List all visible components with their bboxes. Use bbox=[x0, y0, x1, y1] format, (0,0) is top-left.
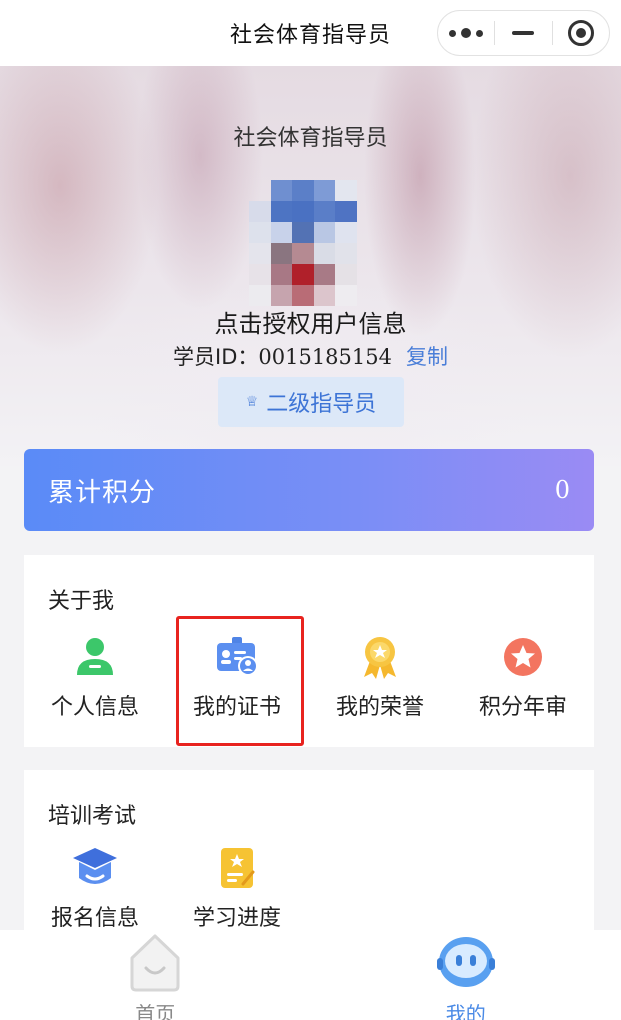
bottom-tab-bar: 首页 我的 bbox=[0, 930, 621, 1020]
home-icon bbox=[124, 932, 186, 996]
personal-info-item[interactable]: 个人信息 bbox=[25, 635, 165, 721]
section-title: 关于我 bbox=[48, 589, 115, 614]
person-icon bbox=[73, 635, 117, 679]
training-exam-section: 培训考试 报名信息 学习进度 bbox=[24, 770, 594, 940]
student-id-value: 0015185154 bbox=[258, 345, 392, 369]
graduation-cap-icon bbox=[73, 846, 117, 890]
minimize-button[interactable] bbox=[495, 11, 551, 55]
points-annual-review-label: 积分年审 bbox=[478, 695, 567, 720]
personal-info-label: 个人信息 bbox=[50, 695, 139, 720]
mini-program-capsule bbox=[437, 10, 610, 56]
profile-app-title: 社会体育指导员 bbox=[233, 126, 388, 151]
copy-id-button[interactable]: 复制 bbox=[406, 345, 448, 369]
my-honors-label: 我的荣誉 bbox=[335, 695, 424, 720]
authorize-user-info-link[interactable]: 点击授权用户信息 bbox=[0, 304, 621, 339]
tab-mine[interactable]: 我的 bbox=[311, 930, 621, 1020]
certificate-highlight-frame bbox=[176, 616, 304, 746]
close-button[interactable] bbox=[553, 11, 609, 55]
section-title: 培训考试 bbox=[48, 804, 137, 829]
registration-info-label: 报名信息 bbox=[50, 906, 139, 931]
level-badge-label: 二级指导员 bbox=[266, 392, 377, 417]
student-id-row: 学员ID：0015185154 复制 bbox=[0, 341, 621, 371]
more-dots-icon bbox=[449, 28, 484, 38]
target-close-icon bbox=[567, 20, 594, 46]
crown-icon: ♕ bbox=[245, 394, 259, 410]
page-title: 社会体育指导员 bbox=[229, 23, 391, 48]
minimize-icon bbox=[512, 31, 535, 35]
registration-info-item[interactable]: 报名信息 bbox=[25, 846, 165, 932]
student-id-label: 学员ID： bbox=[173, 345, 259, 369]
robot-face-icon bbox=[435, 932, 497, 996]
study-progress-label: 学习进度 bbox=[192, 906, 281, 931]
medal-icon bbox=[358, 635, 402, 679]
tab-home-label: 首页 bbox=[135, 1002, 176, 1020]
avatar[interactable] bbox=[249, 180, 357, 306]
total-points-value: 0 bbox=[554, 476, 570, 504]
navigation-bar: 社会体育指导员 bbox=[0, 0, 621, 66]
study-progress-item[interactable]: 学习进度 bbox=[167, 846, 307, 932]
tab-mine-label: 我的 bbox=[445, 1002, 486, 1020]
about-me-section: 关于我 个人信息 我的证书 我的荣誉 积分年审 bbox=[24, 555, 594, 747]
points-annual-review-item[interactable]: 积分年审 bbox=[453, 635, 593, 721]
total-points-label: 累计积分 bbox=[48, 477, 157, 508]
study-progress-icon bbox=[215, 846, 259, 890]
tab-home[interactable]: 首页 bbox=[0, 930, 311, 1020]
more-button[interactable] bbox=[438, 11, 494, 55]
level-badge: ♕ 二级指导员 bbox=[218, 377, 404, 427]
my-honors-item[interactable]: 我的荣誉 bbox=[310, 635, 450, 721]
star-badge-icon bbox=[501, 635, 545, 679]
total-points-card[interactable]: 累计积分 0 bbox=[24, 449, 594, 531]
